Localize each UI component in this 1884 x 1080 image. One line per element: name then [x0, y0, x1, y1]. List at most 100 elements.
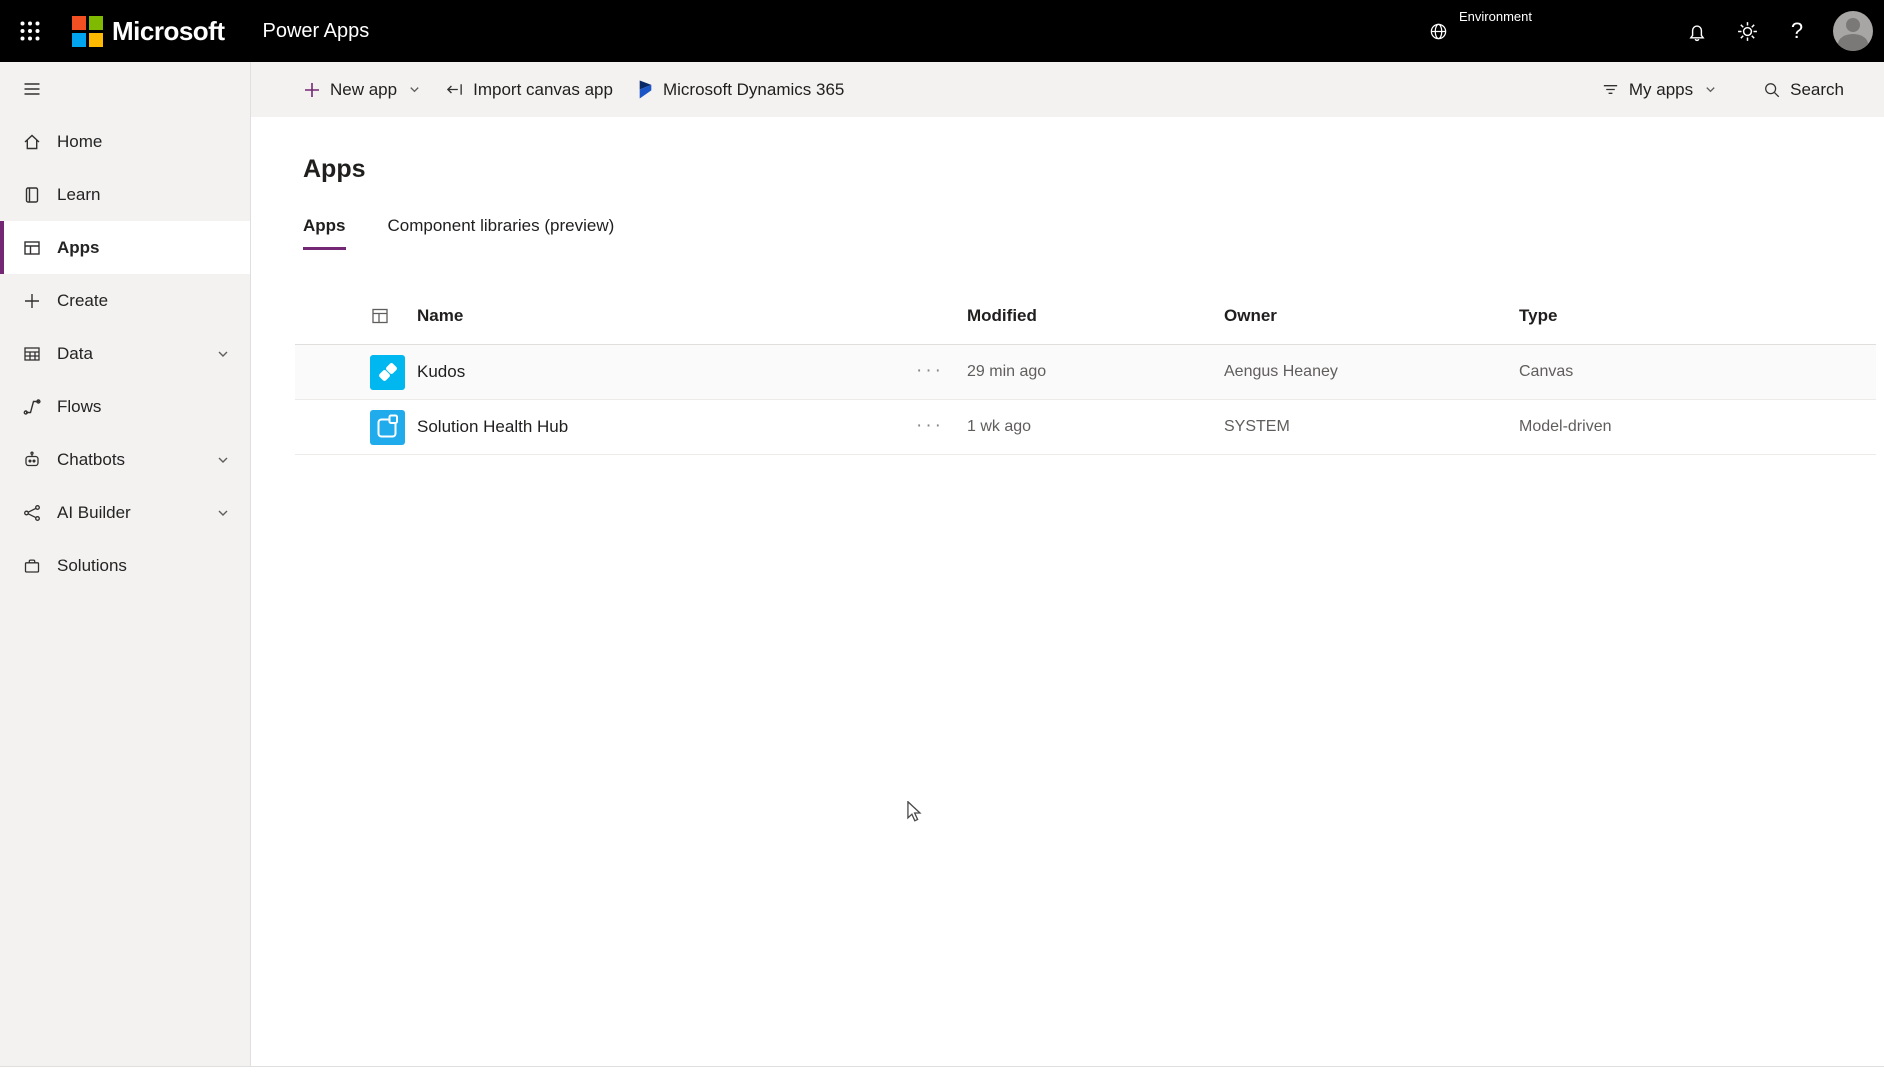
table-layout-icon [372, 308, 388, 324]
search-label: Search [1790, 79, 1844, 99]
apps-filter-label: My apps [1628, 79, 1694, 99]
app-modified: 1 wk ago [967, 418, 1032, 435]
dynamics-365-icon [639, 80, 652, 99]
account-button[interactable] [1822, 0, 1884, 62]
sidebar-item-learn[interactable]: Learn [0, 168, 250, 221]
sidebar-item-label: Data [57, 343, 93, 363]
power-apps-window: Microsoft Power Apps Environment ? Home … [0, 0, 1884, 1080]
chevron-down-icon [218, 351, 228, 357]
plus-icon [25, 293, 39, 308]
chevron-down-icon [1706, 87, 1715, 93]
left-sidebar: Home Learn Apps Create Data Flows Chatbo… [0, 62, 251, 1066]
microsoft-logo-icon [72, 15, 103, 47]
solution-health-hub-app-icon [370, 409, 405, 445]
new-app-label: New app [330, 79, 398, 99]
apps-icon [24, 240, 40, 255]
apps-table: Name Modified Owner Type Kudos ··· 29 mi… [295, 288, 1876, 455]
sidebar-item-label: Create [57, 290, 109, 310]
dynamics-365-label: Microsoft Dynamics 365 [662, 79, 845, 99]
bell-icon [1689, 25, 1705, 42]
microsoft-wordmark: Microsoft [112, 15, 225, 46]
microsoft-logo[interactable]: Microsoft [72, 15, 225, 47]
table-row[interactable]: Solution Health Hub ··· 1 wk ago SYSTEM … [295, 400, 1876, 455]
app-owner: SYSTEM [1224, 418, 1290, 435]
waffle-icon [20, 21, 40, 41]
environment-label: Environment [1459, 9, 1532, 24]
new-app-button[interactable]: New app [291, 69, 433, 111]
chevron-down-icon [410, 87, 419, 93]
column-header-name[interactable]: Name [417, 306, 916, 326]
kudos-app-icon [370, 354, 405, 390]
chevron-down-icon [218, 457, 228, 463]
column-header-type[interactable]: Type [1519, 306, 1876, 326]
more-actions-button[interactable]: ··· [916, 416, 944, 435]
table-icon [24, 346, 40, 361]
app-type: Model-driven [1519, 418, 1612, 435]
app-launcher-button[interactable] [0, 0, 60, 62]
tab-component-libraries[interactable]: Component libraries (preview) [388, 216, 615, 250]
sidebar-item-create[interactable]: Create [0, 274, 250, 327]
avatar [1833, 11, 1873, 51]
gear-icon [1737, 21, 1757, 41]
apps-filter-dropdown[interactable]: My apps [1589, 69, 1729, 111]
environment-icon [1430, 23, 1447, 39]
main-content: Apps Apps Component libraries (preview) … [251, 117, 1884, 1066]
sidebar-item-apps[interactable]: Apps [0, 221, 250, 274]
column-header-modified[interactable]: Modified [967, 306, 1224, 326]
sidebar-nav: Home Learn Apps Create Data Flows Chatbo… [0, 115, 250, 592]
import-canvas-app-label: Import canvas app [473, 79, 613, 99]
app-type: Canvas [1519, 363, 1574, 380]
solutions-icon [24, 558, 40, 573]
sidebar-item-home[interactable]: Home [0, 115, 250, 168]
hamburger-icon [24, 82, 40, 95]
filter-icon [1603, 85, 1618, 94]
import-arrow-icon [447, 84, 462, 95]
app-owner: Aengus Heaney [1224, 363, 1338, 380]
table-row[interactable]: Kudos ··· 29 min ago Aengus Heaney Canva… [295, 345, 1876, 400]
sidebar-item-chatbots[interactable]: Chatbots [0, 433, 250, 486]
tab-apps[interactable]: Apps [303, 216, 346, 250]
notifications-button[interactable] [1672, 0, 1722, 62]
command-bar-right: My apps Search [1589, 69, 1856, 111]
tab-bar: Apps Component libraries (preview) [303, 216, 1884, 250]
sidebar-item-label: Learn [57, 184, 101, 204]
environment-picker[interactable]: Environment [1414, 0, 1546, 62]
dynamics-365-button[interactable]: Microsoft Dynamics 365 [625, 69, 856, 111]
home-icon [24, 134, 40, 149]
window-bottom-divider [0, 1066, 1884, 1067]
network-icon [24, 504, 40, 521]
search-button[interactable]: Search [1751, 69, 1856, 111]
app-name: Kudos [417, 362, 466, 381]
product-title: Power Apps [262, 19, 370, 42]
flow-icon [23, 398, 41, 415]
chevron-down-icon [218, 510, 228, 516]
search-icon [1765, 82, 1780, 97]
top-header: Microsoft Power Apps Environment ? [0, 0, 1884, 62]
sidebar-item-label: Solutions [57, 555, 127, 575]
page-title: Apps [303, 155, 366, 183]
sidebar-item-ai-builder[interactable]: AI Builder [0, 486, 250, 539]
sidebar-item-data[interactable]: Data [0, 327, 250, 380]
collapse-sidebar-button[interactable] [0, 62, 250, 115]
sidebar-item-flows[interactable]: Flows [0, 380, 250, 433]
import-canvas-app-button[interactable]: Import canvas app [433, 69, 625, 111]
sidebar-item-label: Flows [57, 396, 102, 416]
sidebar-item-label: Apps [57, 237, 100, 257]
book-icon [25, 186, 39, 203]
app-modified: 29 min ago [967, 363, 1047, 380]
command-bar: New app Import canvas app Microsoft Dyna… [251, 62, 1884, 117]
column-header-owner[interactable]: Owner [1224, 306, 1519, 326]
settings-button[interactable] [1722, 0, 1772, 62]
sidebar-item-label: Chatbots [57, 449, 126, 469]
sidebar-item-label: Home [57, 131, 103, 151]
topbar-actions: Environment ? [1414, 0, 1884, 62]
help-button[interactable]: ? [1772, 0, 1822, 62]
sidebar-item-label: AI Builder [57, 502, 131, 522]
help-icon: ? [1790, 18, 1804, 43]
app-name: Solution Health Hub [417, 417, 569, 436]
table-header-row: Name Modified Owner Type [295, 288, 1876, 345]
bot-icon [25, 451, 39, 466]
more-actions-button[interactable]: ··· [916, 361, 944, 380]
sidebar-item-solutions[interactable]: Solutions [0, 539, 250, 592]
plus-icon [305, 82, 319, 97]
